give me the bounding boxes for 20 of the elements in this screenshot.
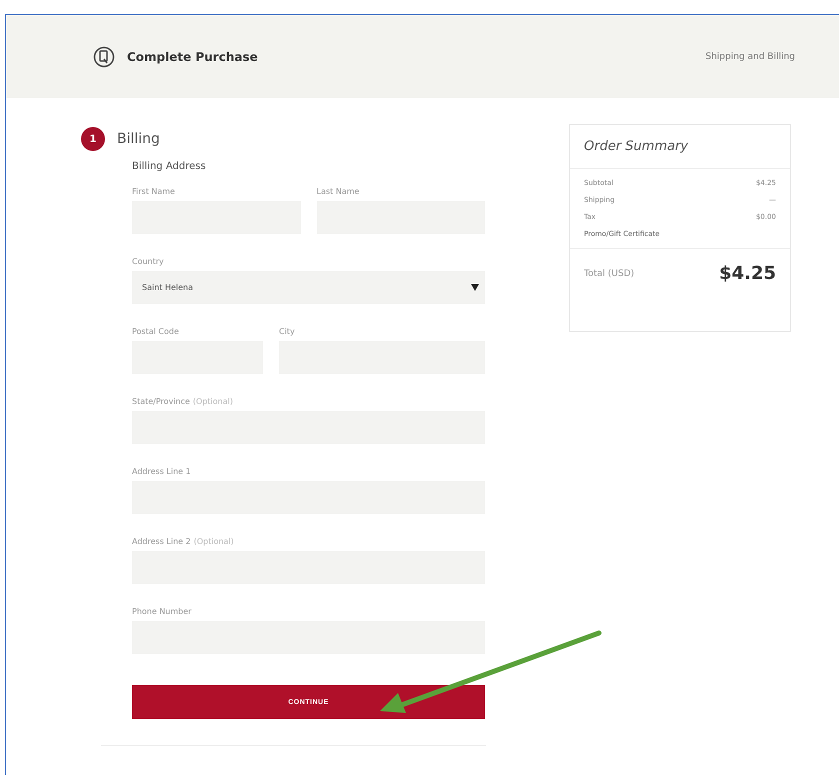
country-select[interactable]: Saint Helena [132, 271, 485, 304]
field-label: Address Line 1 [132, 467, 192, 476]
field-label: Last Name [316, 187, 360, 196]
step-link[interactable]: Shipping and Billing [705, 52, 795, 62]
field-label: Postal Code [132, 327, 180, 336]
step-title: Billing [117, 131, 160, 147]
field-label: Country [132, 257, 165, 266]
field-label: Address Line 2 (Optional) [132, 537, 235, 546]
step-number: 1 [81, 127, 105, 151]
field-label: First Name [132, 187, 176, 196]
field-label: State/Province (Optional) [132, 397, 234, 406]
total-amount: $4.25 [719, 263, 776, 284]
field-label: City [279, 327, 296, 336]
total-label: Total (USD) [584, 268, 634, 278]
field-label: Phone Number [132, 607, 192, 616]
page-title: Complete Purchase [127, 50, 258, 64]
logo-icon [93, 46, 115, 68]
section-subtitle: Billing Address [132, 161, 207, 172]
summary-title: Order Summary [570, 125, 790, 169]
dropdown-caret-icon [471, 284, 479, 291]
